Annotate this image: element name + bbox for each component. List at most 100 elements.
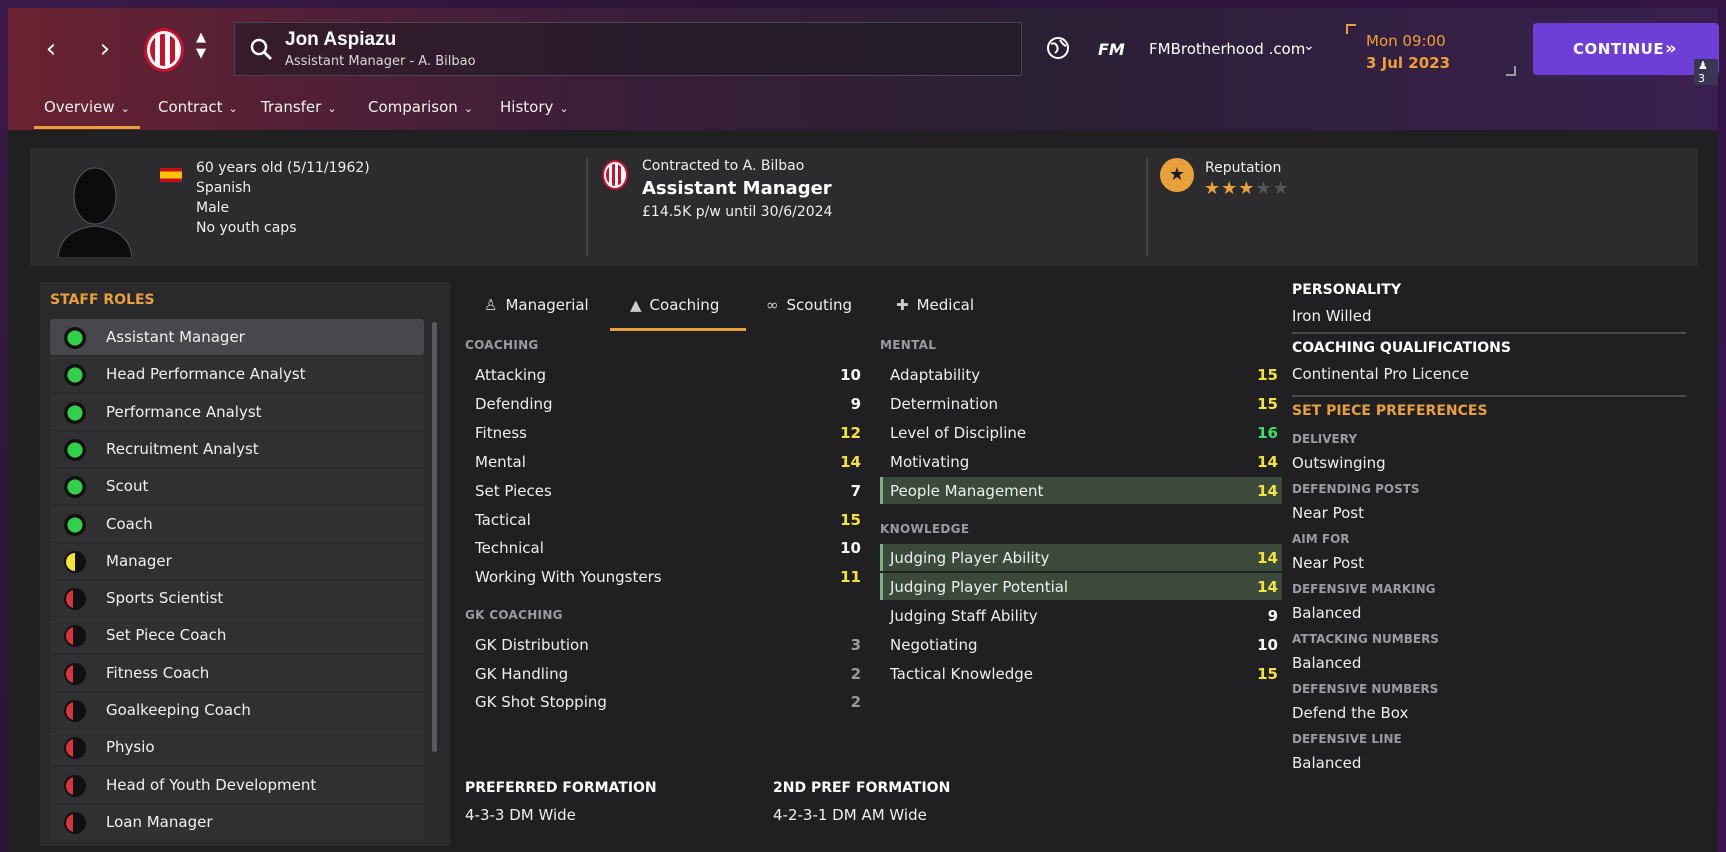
contracted-to[interactable]: Contracted to A. Bilbao — [642, 158, 804, 174]
attribute-name: Working With Youngsters — [475, 568, 662, 587]
message-count-badge[interactable]: ♟ 3 — [1694, 59, 1718, 85]
attribute-row-determination[interactable]: Determination 15 — [880, 390, 1282, 417]
attribute-row-fitness[interactable]: Fitness 12 — [465, 419, 865, 446]
role-item-head-of-youth-development[interactable]: Head of Youth Development — [50, 766, 424, 803]
role-label: Head of Youth Development — [106, 775, 317, 794]
pref-value-defensive-marking: Balanced — [1292, 604, 1362, 622]
attribute-name: Tactical Knowledge — [890, 664, 1033, 683]
tab-history[interactable]: History ⌄ — [500, 98, 569, 116]
scrollbar[interactable] — [432, 322, 437, 752]
coaching-cone-icon: ▲ — [630, 296, 642, 314]
attribute-value: 15 — [1257, 664, 1278, 683]
back-button[interactable]: ‹ — [36, 34, 66, 64]
attribute-row-people-management[interactable]: People Management 14 — [880, 476, 1282, 504]
pref-value-defending-posts: Near Post — [1292, 504, 1364, 522]
attribute-name: GK Shot Stopping — [475, 693, 607, 711]
role-label: Assistant Manager — [106, 328, 245, 346]
attribute-value: 15 — [840, 510, 861, 529]
tab-transfer[interactable]: Transfer ⌄ — [261, 98, 337, 116]
attribute-row-motivating[interactable]: Motivating 14 — [880, 448, 1282, 475]
divider — [1146, 158, 1148, 256]
role-status-red-icon — [64, 588, 86, 611]
attribute-row-tactical-knowledge[interactable]: Tactical Knowledge 15 — [880, 660, 1282, 687]
role-item-goalkeeping-coach[interactable]: Goalkeeping Coach — [50, 692, 424, 728]
attribute-row-tactical[interactable]: Tactical 15 — [465, 506, 865, 533]
role-item-physio[interactable]: Physio — [50, 729, 424, 766]
tab-medical[interactable]: ✚ Medical — [896, 296, 974, 314]
tab-coaching[interactable]: ▲ Coaching — [630, 296, 719, 314]
role-item-performance-analyst[interactable]: Performance Analyst — [50, 393, 424, 430]
attribute-row-negotiating[interactable]: Negotiating 10 — [880, 631, 1282, 658]
pref-value-delivery: Outswinging — [1292, 454, 1386, 472]
attribute-value: 14 — [840, 452, 861, 471]
attribute-row-judging-player-potential[interactable]: Judging Player Potential 14 — [880, 572, 1282, 600]
globe-icon[interactable] — [1046, 36, 1070, 60]
date-display[interactable]: Mon 09:00 3 Jul 2023 — [1346, 24, 1516, 76]
attribute-value: 11 — [840, 568, 861, 587]
attribute-row-set-pieces[interactable]: Set Pieces 7 — [465, 477, 865, 504]
tab-contract[interactable]: Contract ⌄ — [158, 98, 238, 116]
tab-scouting[interactable]: ∞ Scouting — [766, 296, 852, 314]
attribute-row-gk-shot-stopping[interactable]: GK Shot Stopping 2 — [465, 688, 865, 715]
attribute-value: 9 — [850, 394, 861, 413]
continue-button[interactable]: CONTINUE » — [1533, 23, 1719, 75]
header-bar: ‹ › ▲ ▼ Jon Aspiazu Assistant Manager - A… — [8, 8, 1719, 130]
role-item-set-piece-coach[interactable]: Set Piece Coach — [50, 617, 424, 654]
attribute-row-working-with-youngsters[interactable]: Working With Youngsters 11 — [465, 563, 865, 590]
user-name[interactable]: FMBrotherhood .com — [1149, 40, 1305, 58]
role-label: Physio — [106, 738, 155, 757]
attribute-name: GK Handling — [475, 664, 569, 683]
attribute-name: Technical — [475, 539, 544, 558]
role-label: Loan Manager — [106, 812, 213, 831]
attribute-row-gk-distribution[interactable]: GK Distribution 3 — [465, 631, 865, 658]
tab-managerial[interactable]: ♙ Managerial — [484, 296, 589, 314]
attribute-row-technical[interactable]: Technical 10 — [465, 534, 865, 561]
continue-label: CONTINUE — [1573, 40, 1665, 58]
staff-roles-panel: STAFF ROLES Assistant Manager Head Perfor… — [40, 282, 450, 846]
search-box[interactable]: Jon Aspiazu Assistant Manager - A. Bilba… — [234, 22, 1022, 76]
role-item-fitness-coach[interactable]: Fitness Coach — [50, 654, 424, 691]
profile-card: 60 years old (5/11/1962) Spanish Male No… — [30, 148, 1698, 266]
forward-button[interactable]: › — [90, 34, 120, 64]
role-label: Recruitment Analyst — [106, 439, 259, 458]
role-item-sports-scientist[interactable]: Sports Scientist — [50, 580, 424, 617]
attribute-value: 14 — [1257, 577, 1278, 596]
attribute-value: 10 — [840, 539, 861, 558]
fm-logo[interactable]: FM — [1098, 40, 1125, 59]
role-item-loan-manager[interactable]: Loan Manager — [50, 803, 424, 840]
role-item-coach[interactable]: Coach — [50, 505, 424, 542]
tab-comparison[interactable]: Comparison ⌄ — [368, 98, 473, 116]
second-formation-value: 4-2-3-1 DM AM Wide — [773, 806, 927, 824]
club-switch-arrows-icon[interactable]: ▲ ▼ — [194, 30, 208, 62]
role-item-manager[interactable]: Manager — [50, 542, 424, 579]
attribute-row-level-of-discipline[interactable]: Level of Discipline 16 — [880, 419, 1282, 446]
role-status-green-icon — [64, 401, 86, 424]
attribute-row-gk-handling[interactable]: GK Handling 2 — [465, 660, 865, 687]
attribute-row-attacking[interactable]: Attacking 10 — [465, 361, 865, 388]
tab-overview[interactable]: Overview ⌄ — [34, 98, 140, 129]
attribute-value: 2 — [850, 664, 861, 683]
attribute-row-adaptability[interactable]: Adaptability 15 — [880, 361, 1282, 388]
date-date: 3 Jul 2023 — [1366, 54, 1451, 72]
pref-value-aim-for: Near Post — [1292, 554, 1364, 572]
role-item-recruitment-analyst[interactable]: Recruitment Analyst — [50, 430, 424, 467]
role-item-scout[interactable]: Scout — [50, 468, 424, 505]
attribute-row-defending[interactable]: Defending 9 — [465, 390, 865, 417]
role-item-head-performance-analyst[interactable]: Head Performance Analyst — [50, 356, 424, 393]
mental-heading: MENTAL — [880, 338, 937, 352]
age: 60 years old (5/11/1962) — [196, 160, 370, 176]
attribute-row-judging-player-ability[interactable]: Judging Player Ability 14 — [880, 544, 1282, 571]
role-item-assistant-manager[interactable]: Assistant Manager — [50, 319, 424, 355]
attribute-name: Defending — [475, 394, 553, 413]
attribute-name: People Management — [890, 481, 1044, 500]
knowledge-heading: KNOWLEDGE — [880, 522, 970, 536]
role-status-green-icon — [64, 364, 86, 387]
club-badge-icon[interactable] — [144, 28, 184, 72]
attribute-row-judging-staff-ability[interactable]: Judging Staff Ability 9 — [880, 602, 1282, 629]
date-day: Mon 09:00 — [1366, 32, 1446, 50]
chevron-down-icon[interactable]: ⌄ — [1303, 38, 1315, 54]
qualifications-heading: COACHING QUALIFICATIONS — [1292, 340, 1511, 356]
club-badge-icon[interactable] — [602, 160, 628, 190]
role-status-red-icon — [64, 811, 86, 834]
attribute-row-mental[interactable]: Mental 14 — [465, 448, 865, 475]
